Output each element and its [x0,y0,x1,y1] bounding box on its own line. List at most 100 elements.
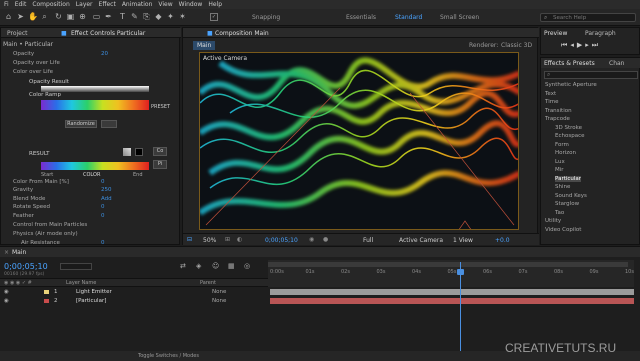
zoom-tool-icon[interactable]: ⌕ [40,12,49,22]
effect-property-value[interactable]: 250 [101,186,112,194]
effect-property-row[interactable]: Gravity 250 [1,186,177,194]
effect-property-row[interactable]: Control from Main Particles [1,221,177,229]
menu-item[interactable]: Edit [15,1,27,8]
pi-button[interactable]: Pi [153,160,167,169]
preset-label[interactable]: PRESET [151,104,170,110]
tab-composition-main[interactable]: Composition Main [215,30,269,37]
exposure-offset[interactable]: +0.0 [495,237,510,244]
menu-item[interactable]: Help [208,1,222,8]
viewer-current-time[interactable]: 0;00;05;10 [265,237,298,244]
comp-viewer[interactable]: Active Camera [199,52,519,230]
effects-item[interactable]: Horizon [555,150,576,156]
camera-select[interactable]: Active Camera [399,237,443,244]
puppet-tool-icon[interactable]: ✶ [178,12,187,22]
timeline-timecode[interactable]: 0;00;05;10 [4,262,48,271]
tab-effects-presets[interactable]: Effects & Presets [544,60,595,67]
comp-lock-icon[interactable]: ■ [207,30,213,37]
menu-item[interactable]: Composition [32,1,69,8]
flip-ramp-button[interactable] [101,120,117,128]
visibility-eye-icon[interactable]: ◉ [4,288,9,296]
play-icon[interactable]: ▶ [577,41,585,49]
effect-property-value[interactable]: 0 [101,212,105,220]
effect-property-row[interactable]: Opacity 20 [1,50,177,58]
rectangle-tool-icon[interactable]: ▭ [92,12,101,22]
effects-item[interactable]: Particular [555,175,582,182]
menu-item[interactable]: Window [179,1,203,8]
effects-category[interactable]: Time [545,99,558,105]
effects-item[interactable]: Tao [555,210,564,216]
effect-property-row[interactable]: Blend Mode Add [1,195,177,203]
effect-property-value[interactable]: Add [101,195,112,203]
tab-project[interactable]: Project [7,30,28,37]
comp-breadcrumb-main[interactable]: Main [193,41,216,50]
home-icon[interactable]: ⌂ [4,12,13,22]
lock-icon[interactable]: ■ [61,30,67,37]
tab-timeline-main[interactable]: Main [12,249,26,256]
effect-property-row[interactable]: Opacity Result [1,78,177,86]
visibility-eye-icon[interactable]: ◉ [4,297,9,305]
layer-row[interactable]: ◉ 1 Light Emitter None [0,288,268,296]
shy-layers-icon[interactable]: ☺ [212,262,219,270]
first-frame-icon[interactable]: ⏮ [561,41,570,49]
layer-parent-select[interactable]: None [212,297,226,305]
effects-item[interactable]: Echospace [555,133,585,139]
snapping-checkbox[interactable]: ✓ [210,13,218,21]
effect-property-row[interactable]: Color From Main [%] 0 [1,178,177,186]
search-help-field[interactable]: ⌕ Search Help [540,13,636,22]
effect-property-row[interactable]: Opacity over Life [1,59,177,67]
color-ramp-bar[interactable] [41,100,149,110]
tab-paragraph[interactable]: Paragraph [585,30,616,37]
layer-label-color[interactable] [44,299,49,303]
toggle-mask-icon[interactable]: ⊟ [187,236,192,243]
effects-category[interactable]: Video Copilot [545,227,581,233]
frame-blending-icon[interactable]: ▦ [228,262,235,270]
effects-category[interactable]: Transition [545,108,572,114]
effect-property-value[interactable]: 0 [101,203,105,211]
camera-tool-icon[interactable]: ▣ [66,12,75,22]
channel-icon[interactable]: ◐ [237,236,242,243]
playhead[interactable] [460,262,461,357]
menu-item[interactable]: Animation [122,1,153,8]
menu-item[interactable]: Fi [4,1,9,8]
effects-item[interactable]: Starglow [555,201,579,207]
pen-tool-icon[interactable]: ✒ [104,12,113,22]
roto-tool-icon[interactable]: ✦ [166,12,175,22]
workspace-standard[interactable]: Standard [395,14,422,21]
snapshot-icon[interactable]: ◉ [309,236,314,243]
draft-3d-icon[interactable]: ◈ [196,262,201,270]
effects-item[interactable]: Shine [555,184,570,190]
type-tool-icon[interactable]: T [118,12,127,22]
layer-parent-select[interactable]: None [212,288,226,296]
effects-category[interactable]: Utility [545,218,561,224]
effects-item[interactable]: Mir [555,167,564,173]
effect-property-row[interactable]: Physics (Air mode only) [1,230,177,238]
workspace-essentials[interactable]: Essentials [346,14,376,21]
timeline-search-field[interactable] [60,263,92,270]
effects-item[interactable]: Lux [555,159,565,165]
effect-property-value[interactable]: 20 [101,50,108,58]
tab-effect-controls[interactable]: Effect Controls Particular [71,30,145,37]
effect-property-row[interactable]: Feather 0 [1,212,177,220]
renderer-value[interactable]: Classic 3D [501,42,532,49]
playhead-handle[interactable] [457,269,464,275]
effect-property-value[interactable]: 0 [101,178,105,186]
menu-item[interactable]: View [158,1,172,8]
toggle-switches-modes[interactable]: Toggle Switches / Modes [138,353,199,359]
effects-category[interactable]: Text [545,91,556,97]
zoom-select[interactable]: 50% [203,237,216,244]
rotate-tool-icon[interactable]: ↻ [54,12,63,22]
menu-item[interactable]: Layer [76,1,93,8]
workspace-small-screen[interactable]: Small Screen [440,14,479,21]
brush-tool-icon[interactable]: ✎ [130,12,139,22]
layer-name[interactable]: [Particular] [76,297,106,305]
last-frame-icon[interactable]: ⏭ [592,41,601,49]
show-snapshot-icon[interactable]: ● [323,236,328,243]
menu-item[interactable]: Effect [99,1,116,8]
layer-bar-light-emitter[interactable] [270,289,634,295]
co-button[interactable]: Co [153,147,167,156]
tab-preview[interactable]: Preview [544,30,567,37]
effects-item[interactable]: Form [555,142,569,148]
motion-blur-icon[interactable]: ◎ [244,262,250,270]
work-area-bar[interactable] [268,262,628,267]
grid-icon[interactable]: ⊞ [225,236,230,243]
